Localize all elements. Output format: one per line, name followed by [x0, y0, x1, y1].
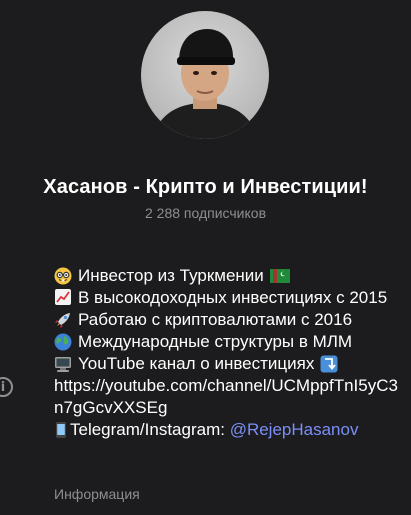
- mobile-phone-icon: [56, 422, 66, 438]
- description-text: YouTube канал о инвестициях: [78, 354, 315, 373]
- description-text: В высокодоходных инвестициях с 2015: [78, 288, 388, 307]
- rocket-icon: [55, 313, 70, 328]
- description-text: Международные структуры в МЛМ: [78, 332, 353, 351]
- arrow-down-icon: [320, 355, 338, 373]
- channel-title: Хасанов - Крипто и Инвестиции!: [43, 176, 368, 198]
- description-text: Telegram/Instagram:: [70, 420, 230, 439]
- description-line: Telegram/Instagram: @RejepHasanov: [54, 419, 406, 441]
- info-icon: i: [0, 377, 13, 397]
- description-line: Международные структуры в МЛМ: [54, 331, 406, 353]
- description-line: В высокодоходных инвестициях с 2015: [54, 287, 406, 309]
- channel-avatar[interactable]: [141, 11, 269, 139]
- description-text: Работаю с криптовалютами с 2016: [78, 310, 353, 329]
- description-text: Инвестор из Туркмении: [78, 266, 264, 285]
- description-line: Инвестор из Туркмении: [54, 265, 406, 287]
- channel-description: Инвестор из Туркмении В высокодоходных и…: [54, 265, 406, 441]
- subscriber-count: 2 288 подписчиков: [144, 205, 267, 221]
- computer-icon: [55, 357, 71, 372]
- turkmenistan-flag-icon: [269, 269, 290, 283]
- youtube-link[interactable]: https://youtube.com/channel/UCMppfTnI5yC…: [54, 375, 404, 419]
- chart-increasing-icon: [55, 289, 71, 305]
- nerd-face-icon: [54, 267, 72, 285]
- description-line: YouTube канал о инвестициях: [54, 353, 406, 375]
- globe-icon: [54, 333, 72, 351]
- mention-link[interactable]: @RejepHasanov: [230, 419, 359, 441]
- info-label: Информация: [54, 486, 140, 502]
- description-line: Работаю с криптовалютами с 2016: [54, 309, 406, 331]
